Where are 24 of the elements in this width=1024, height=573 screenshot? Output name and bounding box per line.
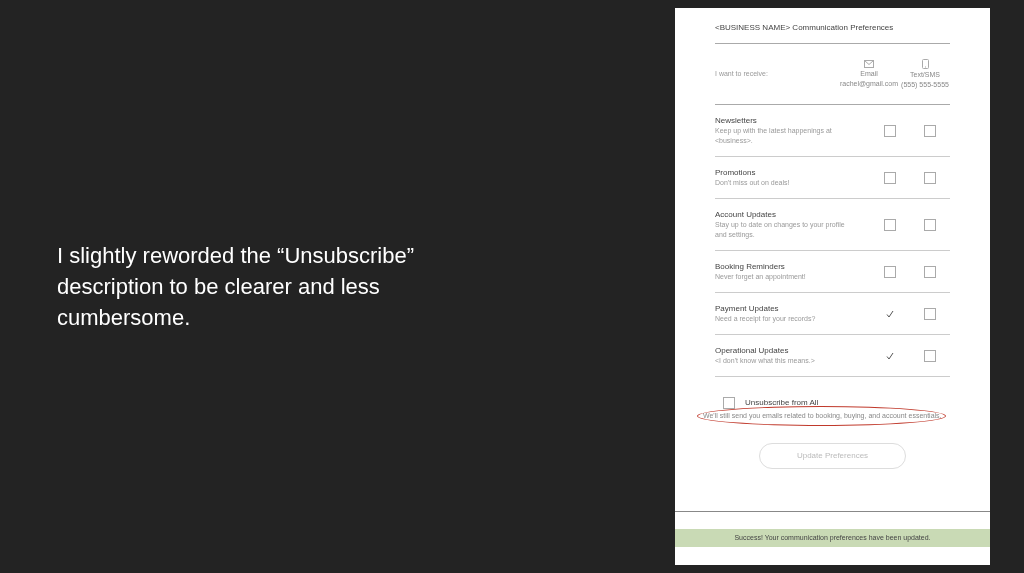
- checkbox[interactable]: [924, 307, 936, 320]
- checkbox[interactable]: [884, 218, 896, 231]
- checkbox[interactable]: [723, 397, 735, 409]
- checkmark-icon[interactable]: [886, 309, 894, 318]
- unsubscribe-label: Unsubscribe from All: [745, 397, 819, 409]
- row-title: Operational Updates: [715, 345, 790, 356]
- checkbox[interactable]: [884, 124, 896, 137]
- slide-text: I slightly reworded the “Unsubscribe” description to be clearer and less cumbersome.: [57, 242, 416, 332]
- checkbox[interactable]: [924, 349, 936, 362]
- envelope-icon: [864, 60, 874, 68]
- row-title: Payment Updates: [715, 303, 780, 314]
- checkbox[interactable]: [924, 124, 936, 137]
- checkbox[interactable]: [884, 171, 896, 184]
- phone-icon: [921, 59, 929, 69]
- row-title: Newsletters: [715, 115, 758, 126]
- checkbox[interactable]: [924, 171, 936, 184]
- row-title: Account Updates: [715, 209, 777, 220]
- checkbox[interactable]: [884, 265, 896, 278]
- row-title: Booking Reminders: [715, 261, 786, 272]
- row-title: Promotions: [715, 167, 757, 178]
- checkmark-icon[interactable]: [886, 351, 894, 360]
- checkbox[interactable]: [924, 218, 936, 231]
- checkbox[interactable]: [924, 265, 936, 278]
- form-title: <BUSINESS NAME> Communication Preferences: [715, 22, 950, 44]
